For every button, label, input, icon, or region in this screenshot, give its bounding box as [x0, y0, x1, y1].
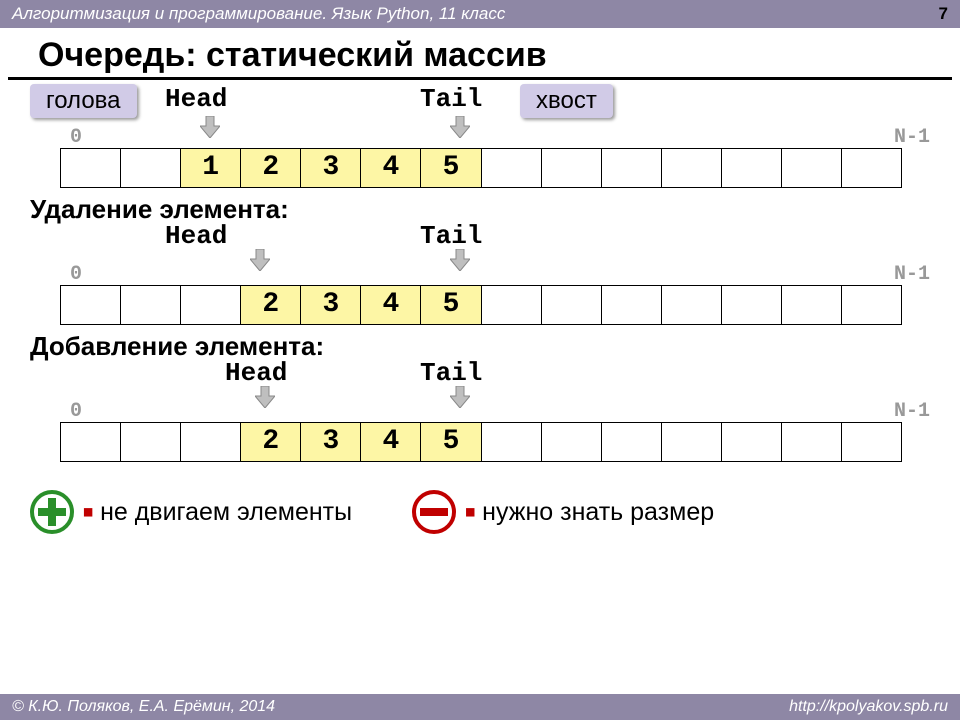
array-cell — [61, 423, 121, 461]
index-n1: N-1 — [894, 126, 930, 149]
array-cell — [542, 286, 602, 324]
array-cell — [662, 149, 722, 187]
array-cell: 5 — [421, 286, 481, 324]
tail-label-1: Tail — [420, 84, 482, 114]
array-cell — [61, 286, 121, 324]
array-cell: 3 — [301, 286, 361, 324]
index-0: 0 — [70, 263, 82, 286]
index-row-3: 0 N-1 — [30, 402, 930, 412]
array-cell: 1 — [181, 149, 241, 187]
array-cell — [482, 423, 542, 461]
pro-text: не двигаем элементы — [100, 498, 352, 527]
label-hvost: хвост — [520, 84, 613, 118]
index-row-1: 0 N-1 — [30, 128, 930, 138]
array-cell — [662, 286, 722, 324]
array-cell: 2 — [241, 423, 301, 461]
array-cell — [722, 286, 782, 324]
array-cell: 4 — [361, 149, 421, 187]
array-cell — [782, 423, 842, 461]
slide-footer: © К.Ю. Поляков, Е.А. Ерёмин, 2014 http:/… — [0, 694, 960, 720]
array-cell — [181, 423, 241, 461]
pointer-row-2: Head Tail — [30, 225, 930, 265]
tail-label-2: Tail — [420, 221, 482, 251]
array-cell: 5 — [421, 423, 481, 461]
array-cell — [602, 149, 662, 187]
slide-header: Алгоритмизация и программирование. Язык … — [0, 0, 960, 28]
footer-url: http://kpolyakov.spb.ru — [789, 698, 948, 716]
array-row-1: 12345 — [60, 148, 902, 188]
array-cell — [782, 149, 842, 187]
pointer-row-3: Head Tail — [30, 362, 930, 402]
array-cell — [722, 423, 782, 461]
array-cell — [842, 286, 901, 324]
array-cell — [482, 149, 542, 187]
tail-label-3: Tail — [420, 358, 482, 388]
array-cell — [842, 423, 901, 461]
index-0: 0 — [70, 126, 82, 149]
head-label-1: Head — [165, 84, 227, 114]
slide-content: голова Head Tail хвост 0 N-1 12345 Удале… — [0, 80, 960, 534]
array-cell — [842, 149, 901, 187]
array-cell — [782, 286, 842, 324]
page-title: Очередь: статический массив — [8, 28, 952, 80]
page-number: 7 — [939, 4, 948, 24]
footer-authors: © К.Ю. Поляков, Е.А. Ерёмин, 2014 — [12, 698, 275, 716]
head-label-3: Head — [225, 358, 287, 388]
label-golova: голова — [30, 84, 137, 118]
array-cell — [602, 286, 662, 324]
index-0: 0 — [70, 400, 82, 423]
array-cell — [121, 286, 181, 324]
array-cell: 2 — [241, 149, 301, 187]
array-cell: 4 — [361, 423, 421, 461]
array-cell — [542, 423, 602, 461]
plus-icon — [30, 490, 74, 534]
array-cell: 3 — [301, 149, 361, 187]
array-cell: 2 — [241, 286, 301, 324]
array-cell — [662, 423, 722, 461]
array-cell: 3 — [301, 423, 361, 461]
array-row-3: 2345 — [60, 422, 902, 462]
array-cell — [722, 149, 782, 187]
pointer-row-1: голова Head Tail хвост — [30, 84, 930, 128]
array-cell — [542, 149, 602, 187]
index-n1: N-1 — [894, 263, 930, 286]
con-item: ▪ нужно знать размер — [412, 490, 714, 534]
array-cell — [121, 423, 181, 461]
array-cell: 5 — [421, 149, 481, 187]
minus-icon — [412, 490, 456, 534]
pro-item: ▪ не двигаем элементы — [30, 490, 352, 534]
head-label-2: Head — [165, 221, 227, 251]
array-cell — [181, 286, 241, 324]
con-text: нужно знать размер — [482, 498, 714, 527]
pros-cons-row: ▪ не двигаем элементы ▪ нужно знать разм… — [30, 490, 930, 534]
array-row-2: 2345 — [60, 285, 902, 325]
index-n1: N-1 — [894, 400, 930, 423]
array-cell — [121, 149, 181, 187]
array-cell — [61, 149, 121, 187]
index-row-2: 0 N-1 — [30, 265, 930, 275]
array-cell — [482, 286, 542, 324]
course-title: Алгоритмизация и программирование. Язык … — [12, 4, 505, 24]
array-cell — [602, 423, 662, 461]
array-cell: 4 — [361, 286, 421, 324]
